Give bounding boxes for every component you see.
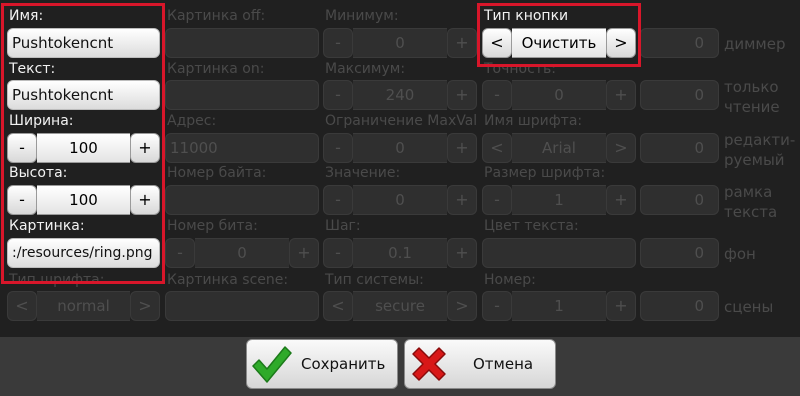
font-name-value[interactable]: Arial [512, 133, 606, 163]
limit-maxval-decrement-button[interactable]: - [323, 133, 353, 163]
cross-icon [412, 347, 446, 381]
system-type-value[interactable]: secure [353, 291, 447, 321]
text-color-input[interactable] [482, 238, 636, 268]
readonly-label-line1: только [724, 78, 779, 96]
save-button-label: Сохранить [301, 355, 386, 373]
bit-number-value[interactable]: 0 [195, 238, 289, 268]
image-scene-label: Картинка scene: [167, 272, 289, 288]
bit-number-increment-button[interactable]: + [289, 238, 319, 268]
font-size-value[interactable]: 1 [512, 185, 606, 215]
system-type-selector: < secure > [323, 291, 477, 321]
editable-label-line2: руемый [724, 151, 785, 169]
precision-stepper: - 0 + [482, 80, 636, 110]
byte-number-label: Номер байта: [167, 165, 267, 181]
maximum-decrement-button[interactable]: - [323, 80, 353, 110]
maximum-label: Максимум: [325, 61, 406, 77]
text-color-label: Цвет текста: [484, 218, 579, 234]
maximum-increment-button[interactable]: + [447, 80, 477, 110]
system-type-next-button[interactable]: > [447, 291, 477, 321]
font-name-selector: < Arial > [482, 133, 636, 163]
step-label: Шаг: [325, 218, 361, 234]
footer-bar [0, 337, 800, 396]
limit-maxval-increment-button[interactable]: + [447, 133, 477, 163]
font-size-stepper: - 1 + [482, 185, 636, 215]
step-stepper: - 0.1 + [323, 238, 477, 268]
highlight-frame-button-type [477, 3, 641, 67]
cancel-button[interactable]: Отмена [404, 339, 556, 389]
maximum-stepper: - 240 + [323, 80, 477, 110]
properties-panel: Имя: Pushtokencnt Текст: Pushtokencnt Ши… [0, 0, 800, 337]
font-type-prev-button[interactable]: < [7, 291, 37, 321]
editable-label-line1: редакти- [724, 131, 796, 149]
highlight-frame-left [1, 3, 165, 284]
scenes-label: сцены [724, 298, 774, 316]
cancel-button-label: Отмена [473, 355, 534, 373]
text-frame-field[interactable]: 0 [640, 185, 719, 215]
text-frame-label-line1: рамка [724, 183, 773, 201]
step-value[interactable]: 0.1 [353, 238, 447, 268]
number-value[interactable]: 1 [512, 291, 606, 321]
limit-maxval-label: Ограничение MaxVal [325, 113, 478, 129]
number-label: Номер: [484, 272, 536, 288]
image-off-input[interactable] [165, 28, 319, 58]
minimum-decrement-button[interactable]: - [323, 28, 353, 58]
value-label: Значение: [325, 165, 401, 181]
value-increment-button[interactable]: + [447, 185, 477, 215]
text-frame-label-line2: текста [724, 203, 778, 221]
value-decrement-button[interactable]: - [323, 185, 353, 215]
minimum-label: Минимум: [325, 8, 399, 24]
dimmer-label: диммер [724, 35, 786, 53]
byte-number-input[interactable] [165, 185, 319, 215]
checkmark-icon [252, 346, 292, 383]
step-decrement-button[interactable]: - [323, 238, 353, 268]
address-input[interactable]: 11000 [165, 133, 319, 163]
image-on-input[interactable] [165, 80, 319, 110]
bit-number-decrement-button[interactable]: - [165, 238, 195, 268]
image-off-label: Картинка off: [167, 8, 266, 24]
precision-decrement-button[interactable]: - [482, 80, 512, 110]
dimmer-field[interactable]: 0 [640, 28, 719, 58]
font-type-next-button[interactable]: > [130, 291, 160, 321]
font-type-selector: < normal > [7, 291, 160, 321]
font-name-prev-button[interactable]: < [482, 133, 512, 163]
maximum-value[interactable]: 240 [353, 80, 447, 110]
value-value[interactable]: 0 [353, 185, 447, 215]
scenes-field[interactable]: 0 [640, 291, 719, 321]
value-stepper: - 0 + [323, 185, 477, 215]
font-name-label: Имя шрифта: [484, 113, 583, 129]
font-size-decrement-button[interactable]: - [482, 185, 512, 215]
editable-field[interactable]: 0 [640, 133, 719, 163]
address-label: Адрес: [167, 113, 217, 129]
number-increment-button[interactable]: + [606, 291, 636, 321]
limit-maxval-stepper: - 0 + [323, 133, 477, 163]
minimum-value[interactable]: 0 [353, 28, 447, 58]
limit-maxval-value[interactable]: 0 [353, 133, 447, 163]
font-type-value[interactable]: normal [37, 291, 130, 321]
precision-increment-button[interactable]: + [606, 80, 636, 110]
image-on-label: Картинка on: [167, 61, 265, 77]
precision-value[interactable]: 0 [512, 80, 606, 110]
system-type-label: Тип системы: [325, 272, 424, 288]
image-scene-input[interactable] [165, 291, 319, 321]
background-label: фон [724, 245, 756, 263]
minimum-increment-button[interactable]: + [447, 28, 477, 58]
font-size-label: Размер шрифта: [484, 165, 606, 181]
number-stepper: - 1 + [482, 291, 636, 321]
background-field[interactable]: 0 [640, 238, 719, 268]
font-size-increment-button[interactable]: + [606, 185, 636, 215]
minimum-stepper: - 0 + [323, 28, 477, 58]
save-button[interactable]: Сохранить [246, 339, 398, 389]
readonly-label-line2: чтение [724, 98, 780, 116]
bit-number-label: Номер бита: [167, 218, 258, 234]
number-decrement-button[interactable]: - [482, 291, 512, 321]
font-name-next-button[interactable]: > [606, 133, 636, 163]
step-increment-button[interactable]: + [447, 238, 477, 268]
system-type-prev-button[interactable]: < [323, 291, 353, 321]
bit-number-stepper: - 0 + [165, 238, 319, 268]
readonly-field[interactable]: 0 [640, 80, 719, 110]
